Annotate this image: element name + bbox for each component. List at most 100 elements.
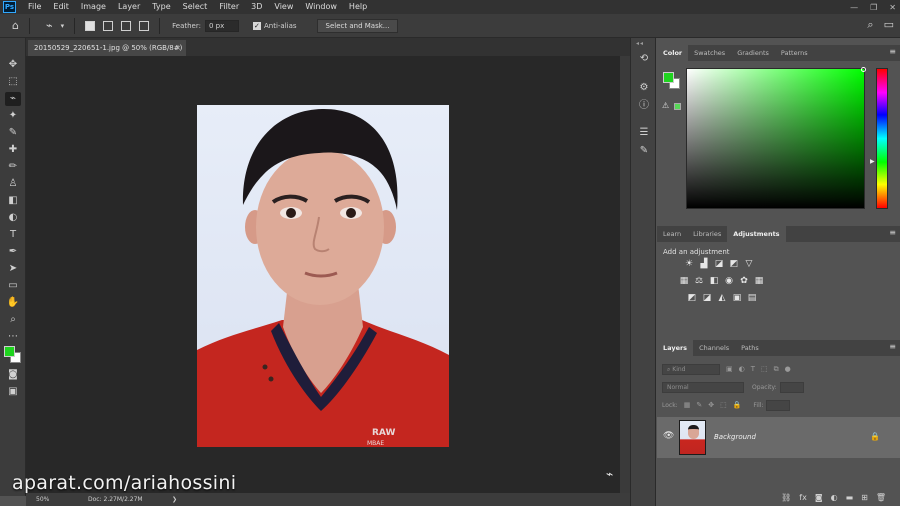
type-tool-icon[interactable]: T bbox=[5, 228, 21, 242]
select-and-mask-button[interactable]: Select and Mask... bbox=[316, 18, 399, 33]
selective-color-icon[interactable]: ▣ bbox=[732, 293, 742, 303]
eraser-tool-icon[interactable]: ◧ bbox=[5, 194, 21, 208]
path-selection-tool-icon[interactable]: ➤ bbox=[5, 262, 21, 276]
gradient-map-icon[interactable]: ▤ bbox=[747, 293, 757, 303]
feather-input[interactable]: 0 px bbox=[204, 19, 239, 32]
layer-row[interactable]: 👁 Background 🔒 bbox=[657, 417, 900, 458]
hand-tool-icon[interactable]: ✋ bbox=[5, 296, 21, 310]
foreground-color-swatch[interactable] bbox=[4, 346, 15, 357]
brush-tool-icon[interactable]: ✏ bbox=[5, 160, 21, 174]
photo-filter-icon[interactable]: ◉ bbox=[724, 276, 734, 286]
close-tab-icon[interactable]: × bbox=[175, 40, 181, 56]
threshold-icon[interactable]: ◭ bbox=[717, 293, 727, 303]
eyedropper-tool-icon[interactable]: ✎ bbox=[5, 126, 21, 140]
hue-slider[interactable] bbox=[876, 68, 888, 209]
tab-learn[interactable]: Learn bbox=[657, 226, 687, 242]
brightness-contrast-icon[interactable]: ☀ bbox=[684, 259, 694, 269]
tab-color[interactable]: Color bbox=[657, 45, 689, 61]
vertical-scrollbar[interactable] bbox=[620, 56, 630, 493]
tab-channels[interactable]: Channels bbox=[693, 340, 735, 356]
zoom-tool-icon[interactable]: ⌕ bbox=[5, 313, 21, 327]
move-tool-icon[interactable]: ✥ bbox=[5, 58, 21, 72]
layer-kind-filter[interactable]: ⌕ Kind bbox=[662, 363, 720, 375]
document-image[interactable]: RAW MBAE bbox=[197, 105, 449, 447]
foreground-color-chip[interactable] bbox=[663, 72, 674, 83]
visibility-eye-icon[interactable]: 👁 bbox=[663, 431, 674, 441]
intersect-selection-button[interactable] bbox=[139, 20, 150, 31]
exposure-icon[interactable]: ◩ bbox=[729, 259, 739, 269]
marquee-tool-icon[interactable]: ⬚ bbox=[5, 75, 21, 89]
tab-swatches[interactable]: Swatches bbox=[688, 45, 731, 61]
lasso-preset-icon[interactable]: ⌁ bbox=[46, 19, 53, 32]
drag-handle-icon[interactable]: ◂◂ bbox=[636, 40, 644, 47]
menu-edit[interactable]: Edit bbox=[47, 0, 75, 14]
lock-all-icon[interactable]: 🔒 bbox=[733, 401, 742, 409]
picker-marker[interactable] bbox=[861, 67, 866, 72]
panel-menu-icon[interactable]: ≡ bbox=[889, 342, 896, 351]
levels-icon[interactable]: ▟ bbox=[699, 259, 709, 269]
vibrance-icon[interactable]: ▽ bbox=[744, 259, 754, 269]
filter-adjustment-icon[interactable]: ◐ bbox=[739, 365, 745, 373]
lock-pixels-icon[interactable]: ✎ bbox=[696, 401, 702, 409]
menu-file[interactable]: File bbox=[22, 0, 47, 14]
new-selection-button[interactable] bbox=[85, 20, 96, 31]
black-white-icon[interactable]: ◧ bbox=[709, 276, 719, 286]
add-selection-button[interactable] bbox=[103, 20, 114, 31]
lock-artboard-icon[interactable]: ⬚ bbox=[720, 401, 727, 409]
adjustments-sliders-icon[interactable]: ☰ bbox=[637, 126, 651, 140]
properties-icon[interactable]: ⚙ bbox=[637, 81, 651, 95]
brush-settings-icon[interactable]: ✎ bbox=[637, 144, 651, 158]
menu-window[interactable]: Window bbox=[299, 0, 343, 14]
antialias-checkbox[interactable]: ✓ bbox=[252, 21, 261, 30]
tab-patterns[interactable]: Patterns bbox=[775, 45, 814, 61]
panel-menu-icon[interactable]: ≡ bbox=[889, 228, 896, 237]
tab-gradients[interactable]: Gradients bbox=[731, 45, 775, 61]
menu-3d[interactable]: 3D bbox=[245, 0, 268, 14]
hue-slider-marker[interactable]: ▶ bbox=[870, 158, 875, 165]
more-tools-icon[interactable]: ⋯ bbox=[5, 330, 21, 344]
filter-type-icon[interactable]: T bbox=[751, 365, 755, 373]
gradient-tool-icon[interactable]: ◐ bbox=[5, 211, 21, 225]
new-layer-icon[interactable]: ⊞ bbox=[861, 493, 868, 502]
lock-transparent-icon[interactable]: ▦ bbox=[684, 401, 691, 409]
blend-mode-select[interactable]: Normal bbox=[662, 381, 744, 393]
close-icon[interactable]: ✕ bbox=[889, 3, 896, 12]
link-layers-icon[interactable]: ⛓ bbox=[781, 493, 791, 502]
gamut-color-chip[interactable] bbox=[674, 103, 681, 110]
menu-type[interactable]: Type bbox=[146, 0, 176, 14]
workspace-icon[interactable]: ▭ bbox=[884, 18, 894, 32]
menu-view[interactable]: View bbox=[268, 0, 299, 14]
menu-image[interactable]: Image bbox=[75, 0, 112, 14]
menu-select[interactable]: Select bbox=[177, 0, 214, 14]
posterize-icon[interactable]: ◪ bbox=[702, 293, 712, 303]
info-icon[interactable]: ⓘ bbox=[637, 99, 651, 113]
lock-position-icon[interactable]: ✥ bbox=[708, 401, 714, 409]
panel-menu-icon[interactable]: ≡ bbox=[889, 47, 896, 56]
menu-layer[interactable]: Layer bbox=[112, 0, 146, 14]
zoom-level[interactable]: 50% bbox=[36, 493, 49, 506]
new-group-icon[interactable]: ▬ bbox=[846, 493, 854, 502]
hue-saturation-icon[interactable]: ▦ bbox=[679, 276, 689, 286]
minimize-icon[interactable]: — bbox=[850, 3, 858, 12]
filter-pixel-icon[interactable]: ▣ bbox=[726, 365, 733, 373]
screen-mode-icon[interactable]: ▣ bbox=[5, 385, 21, 399]
menu-filter[interactable]: Filter bbox=[213, 0, 245, 14]
fill-input[interactable] bbox=[766, 399, 791, 411]
menu-help[interactable]: Help bbox=[343, 0, 373, 14]
curves-icon[interactable]: ◪ bbox=[714, 259, 724, 269]
search-icon[interactable]: ⌕ bbox=[867, 18, 873, 32]
tab-libraries[interactable]: Libraries bbox=[687, 226, 727, 242]
filter-shape-icon[interactable]: ⬚ bbox=[761, 365, 768, 373]
chevron-down-icon[interactable]: ▾ bbox=[61, 22, 65, 30]
history-icon[interactable]: ⟲ bbox=[637, 52, 651, 66]
filter-toggle-icon[interactable]: ● bbox=[785, 365, 791, 373]
color-balance-icon[interactable]: ⚖ bbox=[694, 276, 704, 286]
rectangle-tool-icon[interactable]: ▭ bbox=[5, 279, 21, 293]
color-lookup-icon[interactable]: ▦ bbox=[754, 276, 764, 286]
chevron-right-icon[interactable]: ❯ bbox=[172, 493, 177, 506]
delete-layer-icon[interactable]: 🗑 bbox=[876, 493, 886, 502]
tab-paths[interactable]: Paths bbox=[735, 340, 765, 356]
layer-lock-icon[interactable]: 🔒 bbox=[870, 432, 880, 441]
color-picker-field[interactable] bbox=[686, 67, 866, 209]
tab-layers[interactable]: Layers bbox=[657, 340, 694, 356]
